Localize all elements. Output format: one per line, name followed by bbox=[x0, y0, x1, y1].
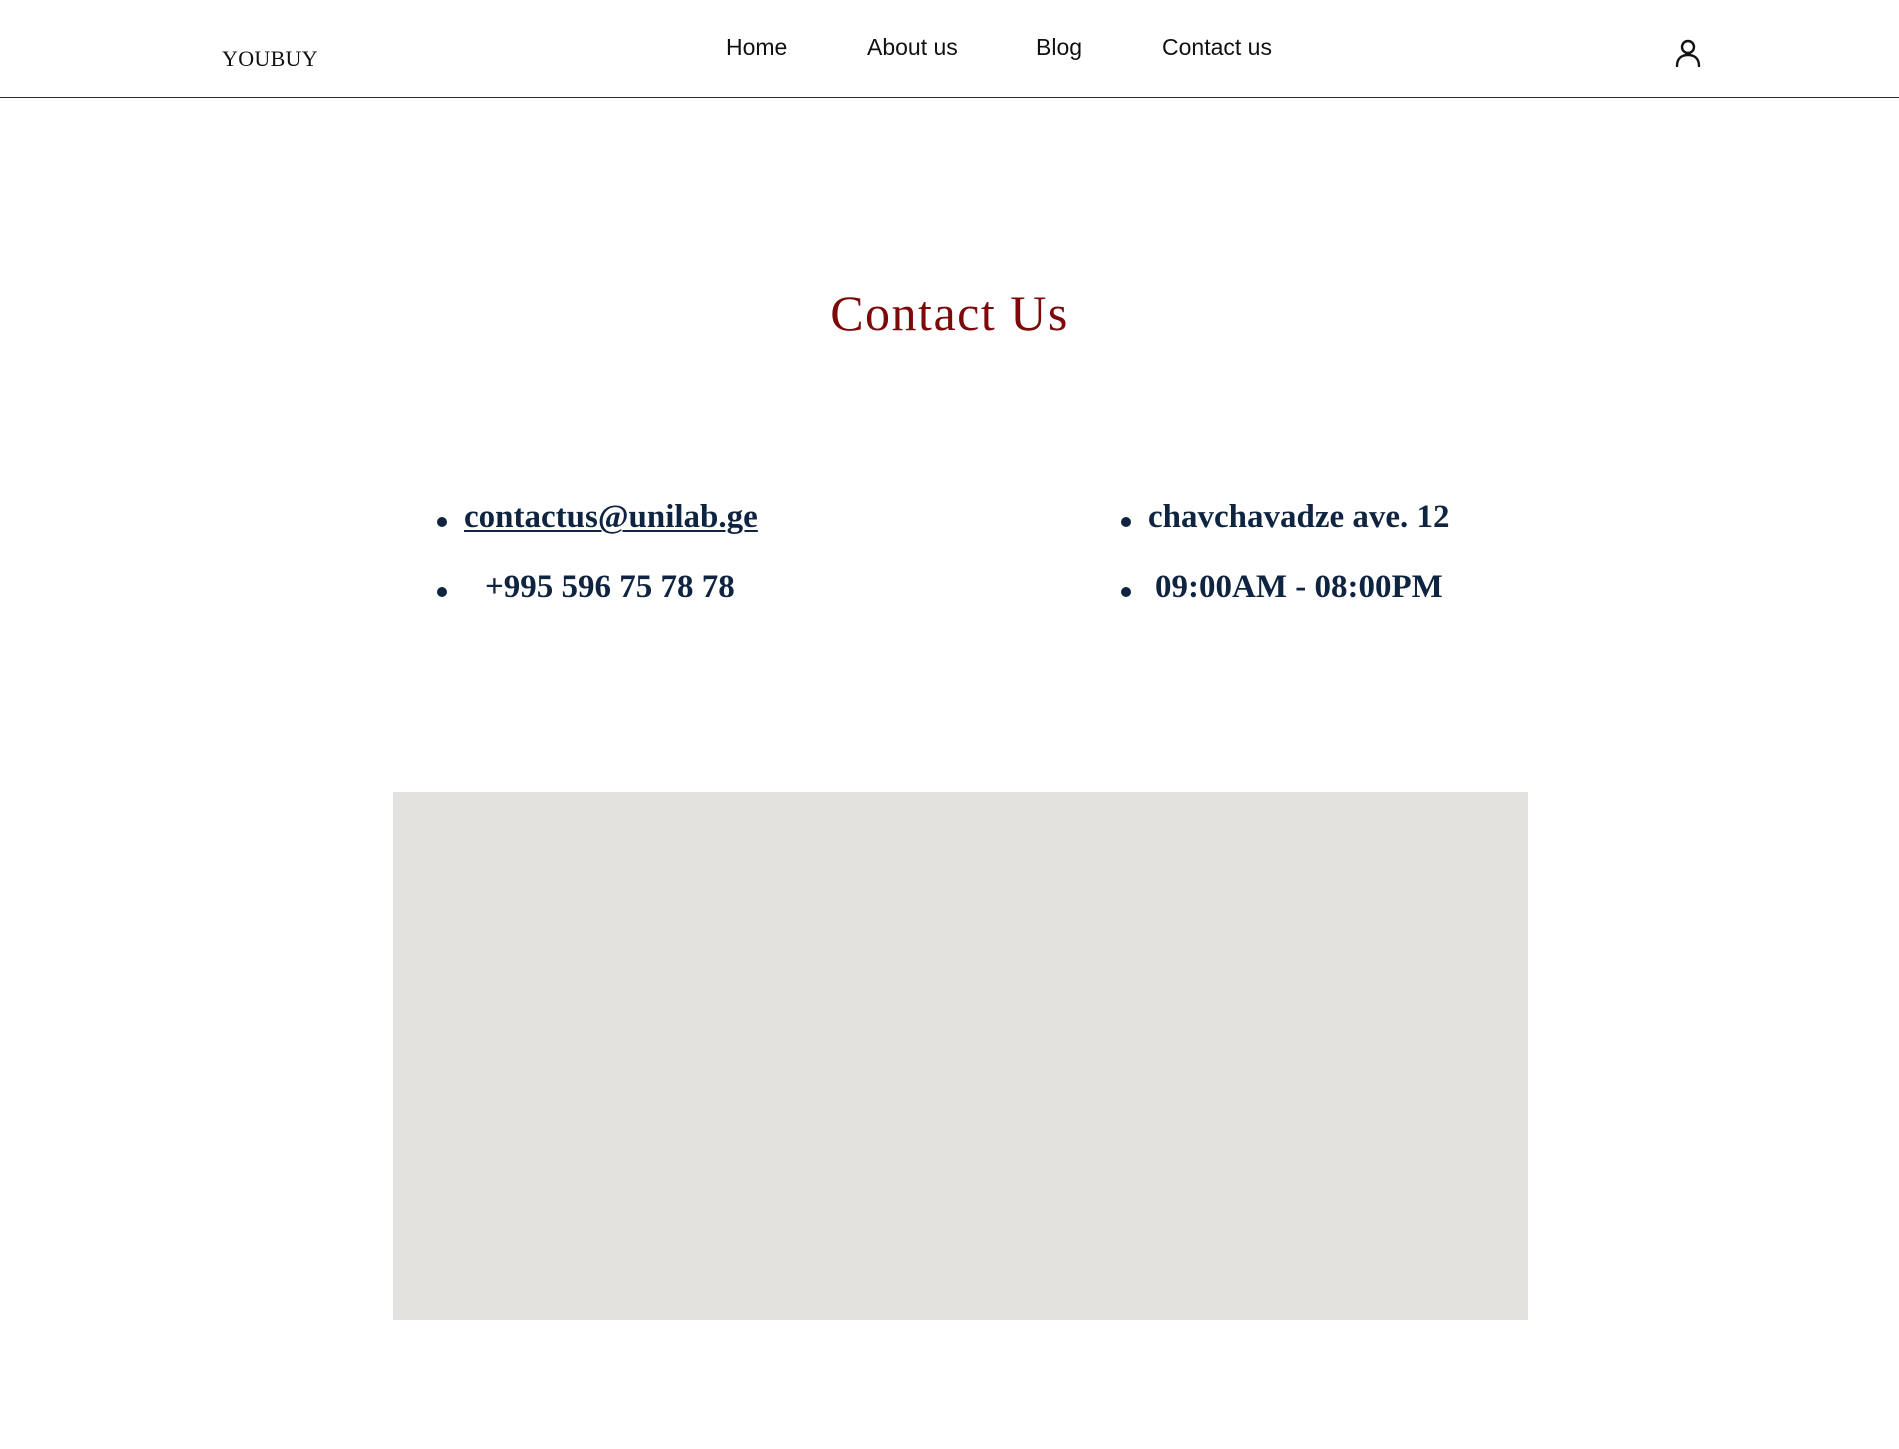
phone-item: +995 596 75 78 78 bbox=[485, 569, 735, 605]
nav-contact-us[interactable]: Contact us bbox=[1162, 34, 1272, 61]
hours-item: 09:00AM - 08:00PM bbox=[1155, 569, 1443, 605]
nav-about-us[interactable]: About us bbox=[867, 34, 958, 61]
email-item: contactus@unilab.ge bbox=[464, 499, 758, 536]
nav-home[interactable]: Home bbox=[726, 34, 787, 61]
bullet bbox=[437, 587, 447, 597]
page-title: Contact Us bbox=[830, 285, 1069, 341]
bullet bbox=[1121, 517, 1131, 527]
address-item: chavchavadze ave. 12 bbox=[1148, 499, 1450, 535]
nav-blog[interactable]: Blog bbox=[1036, 34, 1082, 61]
email-link[interactable]: contactus@unilab.ge bbox=[464, 499, 758, 535]
site-header: YOUBUY Home About us Blog Contact us bbox=[0, 0, 1899, 98]
bullet bbox=[437, 517, 447, 527]
map-placeholder[interactable] bbox=[393, 792, 1528, 1320]
bullet bbox=[1121, 587, 1131, 597]
user-icon[interactable] bbox=[1674, 38, 1702, 68]
logo[interactable]: YOUBUY bbox=[222, 46, 318, 72]
